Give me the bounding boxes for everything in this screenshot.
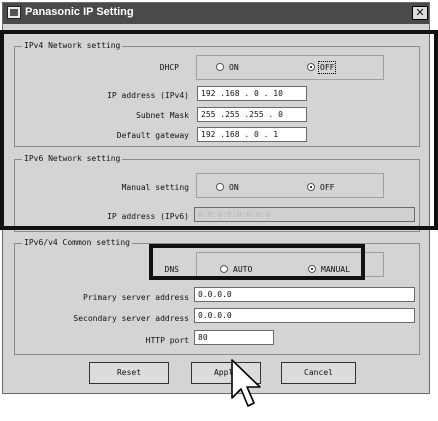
reset-button[interactable]: Reset	[89, 362, 169, 384]
secondary-server-label: Secondary server address	[73, 314, 189, 323]
secondary-server-field[interactable]: 0.0.0.0	[194, 308, 415, 323]
network-window-icon	[7, 6, 21, 19]
window-title: Panasonic IP Setting	[25, 6, 134, 18]
dns-highlight	[149, 244, 365, 280]
title-bar[interactable]: Panasonic IP Setting ✕	[3, 3, 429, 24]
cancel-button[interactable]: Cancel	[281, 362, 356, 384]
close-button[interactable]: ✕	[412, 6, 428, 20]
primary-server-label: Primary server address	[83, 293, 189, 302]
primary-server-field[interactable]: 0.0.0.0	[194, 287, 415, 302]
common-legend: IPv6/v4 Common setting	[22, 238, 132, 247]
http-port-label: HTTP port	[145, 336, 189, 345]
mouse-pointer-icon	[231, 359, 261, 407]
http-port-field[interactable]: 80	[194, 330, 274, 345]
network-settings-highlight	[0, 30, 438, 230]
